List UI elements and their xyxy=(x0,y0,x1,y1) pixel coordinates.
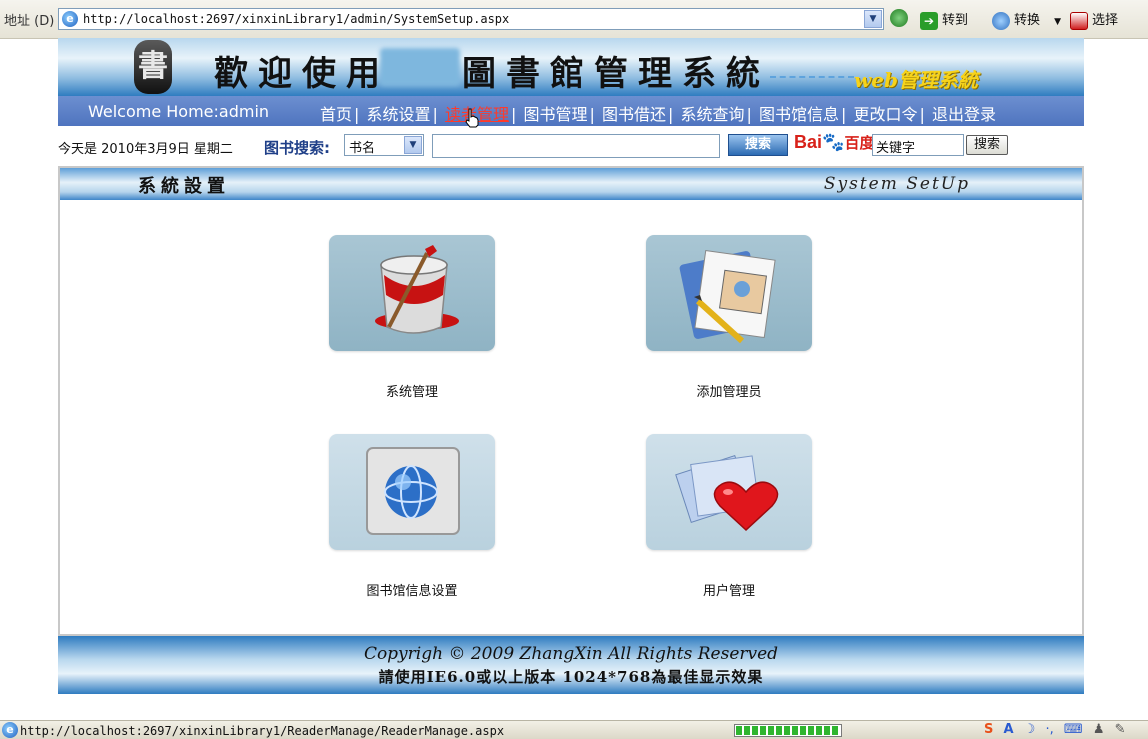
library-logo-icon: 書 xyxy=(134,40,172,94)
keyboard-icon[interactable]: ⌨ xyxy=(1064,722,1083,737)
banner-title-left: 歡迎使用 xyxy=(214,54,390,94)
paint-bucket-icon xyxy=(375,245,459,334)
browser-status-bar: e http://localhost:2697/xinxinLibrary1/R… xyxy=(0,720,1148,739)
nav-link-borrow-return[interactable]: 图书借还 xyxy=(602,105,666,124)
search-field-select[interactable]: 书名 ▼ xyxy=(344,134,424,156)
tile-label-user-manage[interactable]: 用户管理 xyxy=(629,580,829,599)
ie-page-icon: e xyxy=(62,11,78,27)
hand-cursor-icon xyxy=(465,108,479,128)
nav-link-change-password[interactable]: 更改口令 xyxy=(854,105,918,124)
address-input[interactable]: e http://localhost:2697/xinxinLibrary1/a… xyxy=(58,8,884,30)
heart-documents-icon xyxy=(675,455,779,532)
documents-pen-icon xyxy=(679,249,776,344)
convert-label: 转换 xyxy=(1014,13,1041,28)
banner-subtitle: web管理系統 xyxy=(854,68,978,92)
main-nav: Welcome Home:admin 首页 | 系统设置 | 读者管理 | 图书管理 |… xyxy=(58,96,1084,128)
nav-link-book-manage[interactable]: 图书管理 xyxy=(524,105,588,124)
nav-links: 首页 | 系统设置 | 读者管理 | 图书管理 | 图书借还 | 系统查询 | 图书馆信息 |… xyxy=(320,105,997,124)
library-info-tile[interactable] xyxy=(329,434,495,550)
wrench-icon[interactable]: ✎ xyxy=(1115,722,1126,737)
chevron-down-icon[interactable]: ▼ xyxy=(864,10,882,28)
punct-icon[interactable]: ·, xyxy=(1046,722,1054,737)
system-setup-panel: 系統設置 System SetUp 系统管理 添加管理员 图书馆信息设置 用户管… xyxy=(58,166,1084,636)
baidu-search-button[interactable]: 搜索 xyxy=(966,135,1008,155)
search-row: 今天是 2010年3月9日 星期二 图书搜索: 书名 ▼ 搜索 Bai🐾百度 关… xyxy=(58,130,1084,164)
moon-icon[interactable]: ☽ xyxy=(1024,722,1036,737)
panel-title-en: System SetUp xyxy=(823,174,970,194)
sogou-icon[interactable]: S xyxy=(984,722,993,737)
add-admin-tile[interactable] xyxy=(646,235,812,351)
panel-header: 系統設置 System SetUp xyxy=(60,168,1082,200)
go-label: 转到 xyxy=(942,13,969,28)
search-field-value: 书名 xyxy=(349,141,376,156)
chevron-down-icon[interactable]: ▼ xyxy=(404,136,422,154)
address-label: 地址 (D) xyxy=(4,14,55,29)
go-arrow-icon: ➔ xyxy=(920,11,938,30)
system-manage-tile[interactable] xyxy=(329,235,495,351)
nav-link-home[interactable]: 首页 xyxy=(320,105,352,124)
security-shield-icon[interactable] xyxy=(890,9,912,29)
select-icon xyxy=(1070,11,1088,30)
status-url: http://localhost:2697/xinxinLibrary1/Rea… xyxy=(20,724,505,738)
panel-title: 系統設置 xyxy=(138,176,230,197)
address-url[interactable]: http://localhost:2697/xinxinLibrary1/adm… xyxy=(83,12,509,26)
book-search-button[interactable]: 搜索 xyxy=(728,134,788,156)
nav-link-system-query[interactable]: 系统查询 xyxy=(681,105,745,124)
tile-label-system-manage[interactable]: 系统管理 xyxy=(312,381,512,400)
welcome-text: Welcome Home:admin xyxy=(88,102,270,121)
system-tray: S A ☽ ·, ⌨ ♟ ✎ xyxy=(984,722,1132,737)
tile-label-add-admin[interactable]: 添加管理员 xyxy=(629,381,829,400)
chevron-down-icon[interactable]: ▼ xyxy=(1054,17,1061,27)
banner-title-right: 圖書館管理系統 xyxy=(462,54,770,94)
progress-fill xyxy=(736,726,840,735)
ime-a-icon[interactable]: A xyxy=(1004,722,1014,737)
page-load-progress xyxy=(734,724,842,737)
banner-blurred-region xyxy=(380,48,460,86)
footer-browser-note: 請使用IE6.0或以上版本 1024*768為最佳显示效果 xyxy=(378,668,764,686)
globe-icon xyxy=(366,447,460,535)
user-icon[interactable]: ♟ xyxy=(1093,722,1105,737)
baidu-logo: Bai🐾百度 xyxy=(794,132,875,153)
ie-status-icon: e xyxy=(2,722,18,738)
tile-label-library-info[interactable]: 图书馆信息设置 xyxy=(312,580,512,599)
baidu-paw-icon: 🐾 xyxy=(822,132,845,153)
select-button[interactable]: 选择 xyxy=(1070,9,1119,30)
nav-link-logout[interactable]: 退出登录 xyxy=(932,105,996,124)
nav-link-library-info[interactable]: 图书馆信息 xyxy=(759,105,839,124)
book-search-label: 图书搜索: xyxy=(264,139,330,157)
convert-icon xyxy=(992,11,1010,30)
search-keyword-input[interactable] xyxy=(432,134,720,158)
date-text: 今天是 2010年3月9日 星期二 xyxy=(58,142,233,157)
footer-copyright: Copyrigh © 2009 ZhangXin All Rights Rese… xyxy=(363,644,779,664)
select-label: 选择 xyxy=(1092,13,1119,28)
site-banner: 書 歡迎使用 圖書館管理系統 web管理系統 xyxy=(58,38,1084,96)
browser-address-bar: 地址 (D) e http://localhost:2697/xinxinLib… xyxy=(0,0,1148,39)
baidu-search-input[interactable]: 关键字 xyxy=(872,134,964,156)
go-button[interactable]: ➔ 转到 xyxy=(920,9,969,30)
convert-button[interactable]: 转换 ▼ xyxy=(992,9,1061,30)
site-footer: Copyrigh © 2009 ZhangXin All Rights Rese… xyxy=(58,636,1084,694)
nav-link-system-settings[interactable]: 系统设置 xyxy=(367,105,431,124)
banner-divider xyxy=(770,76,854,78)
user-manage-tile[interactable] xyxy=(646,434,812,550)
